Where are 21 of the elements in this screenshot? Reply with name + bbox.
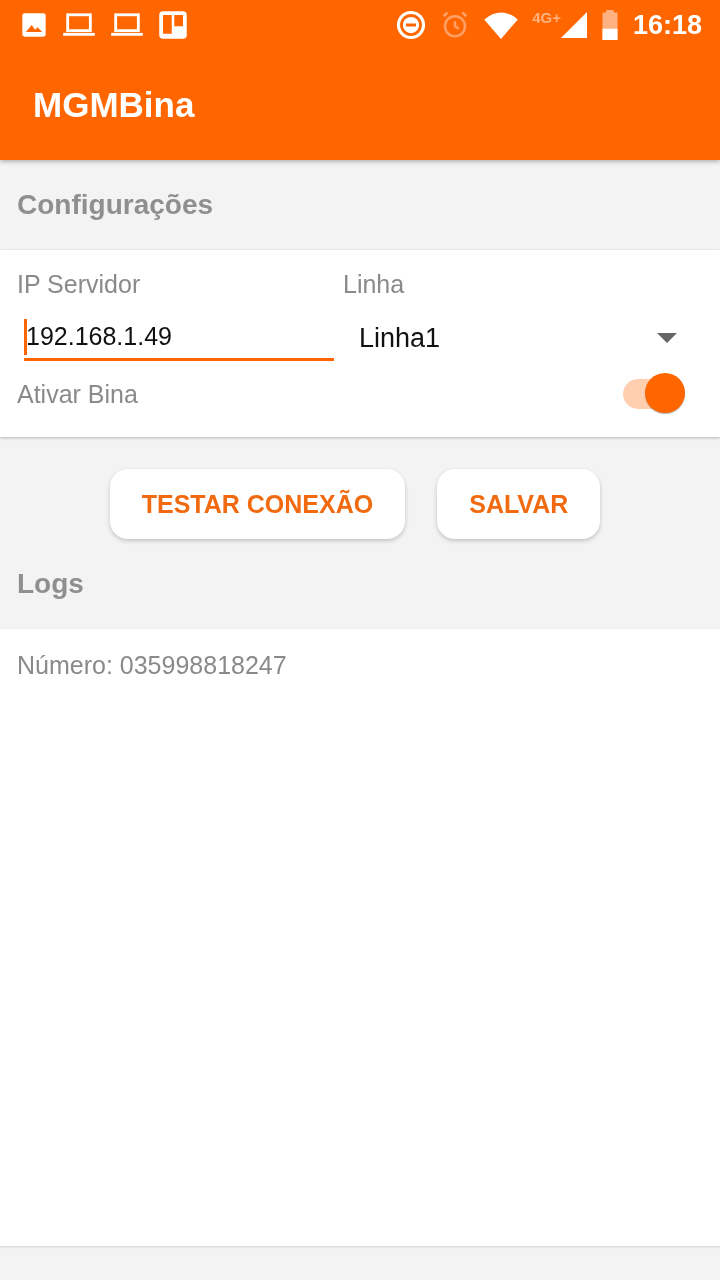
- toggle-label: Ativar Bina: [17, 379, 138, 409]
- laptop-icon: [62, 11, 96, 39]
- section-heading: Logs: [16, 567, 85, 601]
- network-type: 4G+: [532, 9, 561, 26]
- field-label: Linha: [343, 270, 406, 299]
- laptop-icon: [110, 11, 144, 39]
- line-dropdown[interactable]: Linha1: [359, 315, 689, 361]
- clock: 16:18: [632, 9, 702, 41]
- board-icon: [158, 10, 188, 40]
- toggle-switch[interactable]: [621, 373, 687, 415]
- section-heading: Configurações: [16, 188, 215, 222]
- battery-icon: [600, 10, 619, 40]
- wifi-icon: [484, 11, 519, 39]
- signal-icon: [560, 12, 587, 38]
- field-label: IP Servidor: [17, 270, 142, 299]
- app-title: MGMBina: [33, 85, 195, 125]
- do-not-disturb-icon: [396, 10, 427, 40]
- ip-input-field[interactable]: 192.168.1.49: [24, 315, 334, 361]
- image-icon: [20, 11, 48, 39]
- log-entry: Número: 035998818247: [17, 651, 288, 680]
- dropdown-caret-icon: [657, 333, 677, 343]
